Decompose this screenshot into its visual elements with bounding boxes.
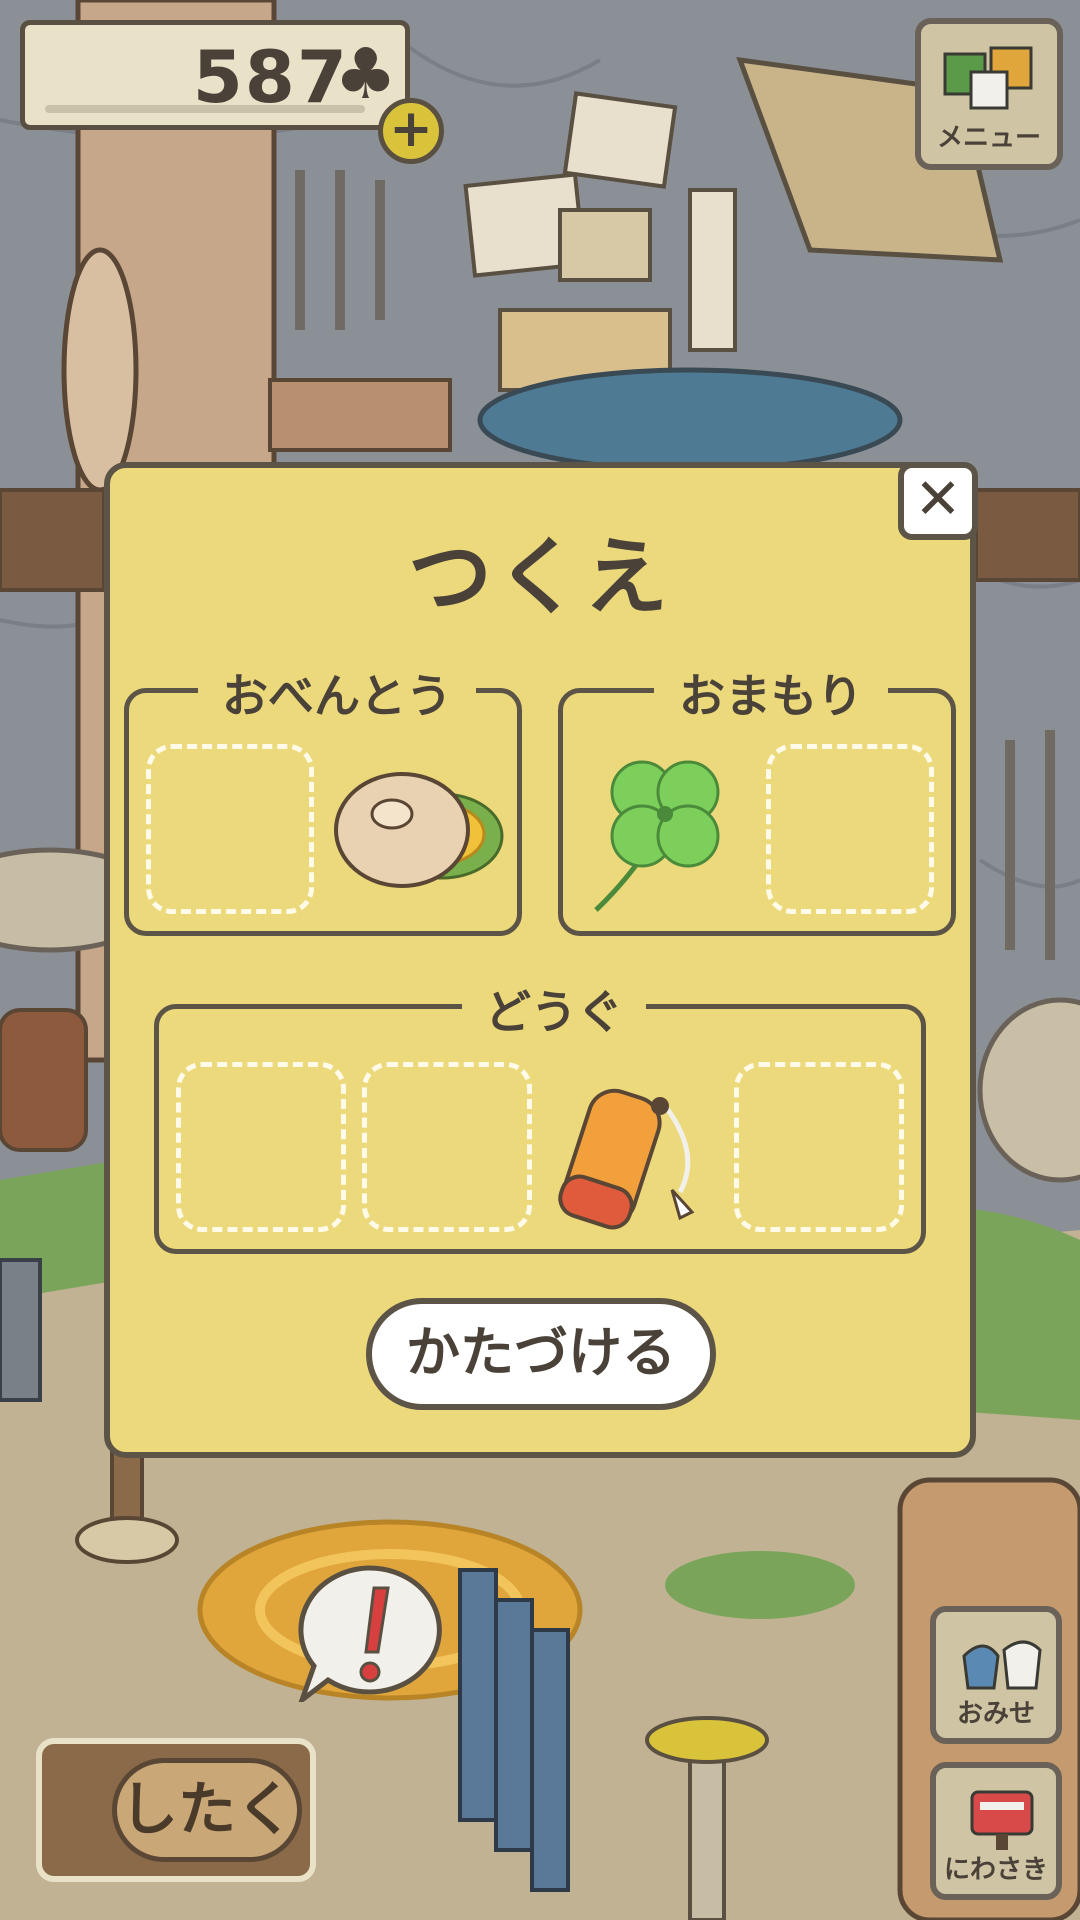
- shop-label: おみせ: [956, 1699, 1035, 1729]
- four-leaf-clover-icon: [594, 760, 720, 912]
- put-away-button[interactable]: かたづける: [366, 1298, 716, 1410]
- bento-slot-empty[interactable]: [146, 744, 314, 914]
- exclamation-icon: [296, 1565, 442, 1708]
- mailbox-icon: [970, 1790, 1034, 1850]
- menu-icon: [943, 46, 1033, 110]
- clover-counter: 587 ♣: [20, 20, 410, 130]
- shop-button[interactable]: おみせ: [930, 1606, 1062, 1744]
- garden-label: にわさき: [943, 1855, 1048, 1885]
- prepare-label: したく: [112, 1758, 302, 1862]
- tool-slot-2-empty[interactable]: [362, 1062, 532, 1232]
- charm-slot-empty[interactable]: [766, 744, 934, 914]
- bento-label: おべんとう: [198, 660, 476, 726]
- add-clover-button[interactable]: +: [378, 98, 444, 164]
- charm-slot-filled[interactable]: [590, 748, 740, 918]
- tool-slot-3-filled[interactable]: [552, 1062, 712, 1232]
- bento-slot-filled[interactable]: [330, 764, 506, 894]
- bagel-sandwich-icon: [334, 772, 504, 888]
- tool-label: どうぐ: [462, 976, 646, 1042]
- menu-label: メニュー: [936, 123, 1041, 153]
- charm-label: おまもり: [654, 660, 888, 726]
- prepare-button[interactable]: したく: [36, 1738, 316, 1882]
- garden-button[interactable]: にわさき: [930, 1762, 1062, 1900]
- alert-bubble[interactable]: [288, 1562, 448, 1708]
- tool-slot-4-empty[interactable]: [734, 1062, 904, 1232]
- orange-pouch-icon: [558, 1088, 695, 1230]
- shop-icon: [962, 1640, 1042, 1690]
- tool-slot-1-empty[interactable]: [176, 1062, 346, 1232]
- counter-underline: [45, 105, 365, 113]
- menu-button[interactable]: メニュー: [915, 18, 1063, 170]
- dialog-title: つくえ: [407, 528, 672, 626]
- clover-icon: ♣: [334, 33, 397, 115]
